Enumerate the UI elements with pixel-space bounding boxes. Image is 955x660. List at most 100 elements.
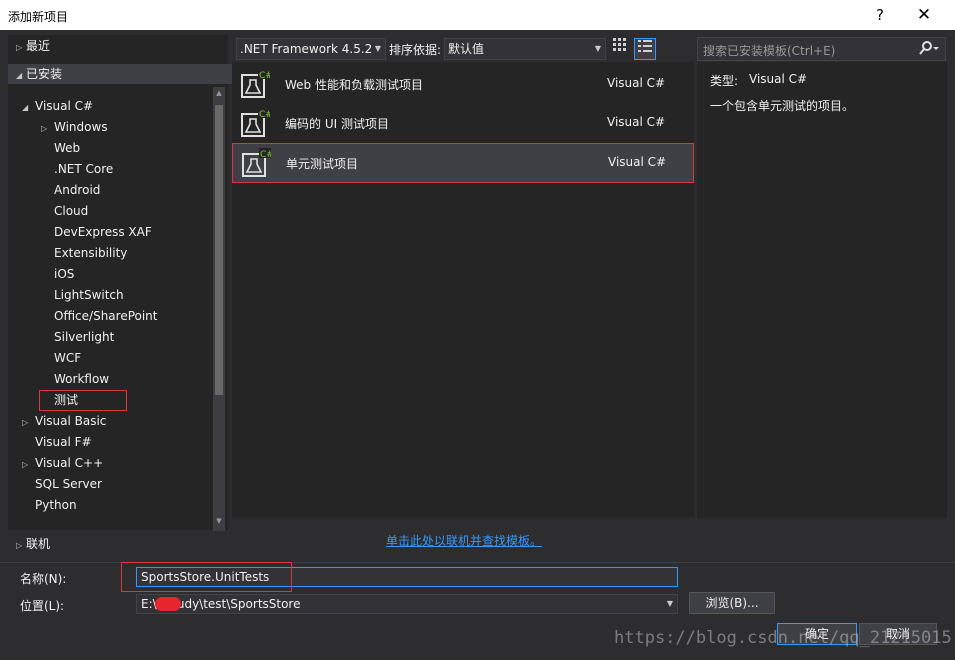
tree-item[interactable]: Office/SharePoint [41, 306, 158, 326]
grid-view-icon [613, 38, 626, 51]
tree-item-label: Workflow [54, 372, 110, 386]
chevron-down-icon: ▼ [594, 44, 601, 53]
tree-scrollbar[interactable]: ▲ ▼ [213, 87, 225, 531]
redaction-mark [155, 597, 181, 611]
framework-value: .NET Framework 4.5.2 [240, 42, 373, 56]
tree-item-recent[interactable]: ▷ 最近 [16, 36, 50, 56]
tree-item-label: Visual C++ [35, 456, 104, 470]
sort-value: 默认值 [448, 42, 485, 56]
scrollbar-thumb[interactable] [215, 105, 223, 395]
list-view-button[interactable] [634, 38, 656, 60]
tree-item[interactable]: Android [41, 180, 100, 200]
tree-item[interactable]: Visual F# [22, 432, 92, 452]
search-icon[interactable] [919, 41, 939, 58]
tree-item[interactable]: SQL Server [22, 474, 102, 494]
tree-item-label: .NET Core [54, 162, 114, 176]
expand-arrow-icon[interactable]: ▷ [22, 455, 32, 475]
svg-text:C#: C# [260, 150, 271, 160]
tree-item-label: Visual C# [35, 99, 94, 113]
tree-item[interactable]: ▷ Visual C++ [22, 453, 103, 473]
scroll-down-icon[interactable]: ▼ [213, 517, 225, 529]
tree-item-label: 联机 [26, 537, 51, 551]
location-input[interactable]: E:\ \Study\test\SportsStore ▼ [136, 594, 678, 614]
tree-item-label: Visual Basic [35, 414, 107, 428]
template-name: 单元测试项目 [286, 157, 359, 171]
expand-arrow-icon[interactable]: ▷ [41, 119, 51, 139]
test-project-icon: C# [241, 148, 274, 178]
template-item[interactable]: C# Web 性能和负载测试项目 Visual C# [232, 65, 692, 103]
category-tree: ▷ 最近 ◢ 已安装 ◢ Visual C# ▷ Windows Web .NET Core A… [8, 35, 236, 530]
tree-item-label: Web [54, 141, 81, 155]
tree-item-label: Android [54, 183, 101, 197]
chevron-down-icon[interactable]: ▼ [667, 595, 673, 613]
tree-item-label: Cloud [54, 204, 89, 218]
template-item[interactable]: C# 编码的 UI 测试项目 Visual C# [232, 104, 692, 142]
type-value: Visual C# [749, 72, 808, 86]
tree-item-label: DevExpress XAF [54, 225, 152, 239]
help-button[interactable]: ? [868, 4, 892, 26]
tree-item-label: Extensibility [54, 246, 128, 260]
tree-item[interactable]: Silverlight [41, 327, 114, 347]
expand-arrow-icon: ▷ [16, 43, 23, 52]
template-language: Visual C# [608, 155, 667, 169]
tree-item-label: 已安装 [26, 67, 63, 81]
expand-arrow-icon[interactable]: ▷ [22, 413, 32, 433]
expand-arrow-icon[interactable]: ◢ [22, 98, 32, 118]
tree-item[interactable]: WCF [41, 348, 81, 368]
tree-item-label: Office/SharePoint [54, 309, 158, 323]
template-language: Visual C# [607, 76, 666, 90]
title-bar: 添加新项目 ? ✕ [0, 0, 955, 30]
tree-item-online[interactable]: ▷ 联机 [8, 533, 228, 555]
tree-item-label: SQL Server [35, 477, 102, 491]
tree-item[interactable]: iOS [41, 264, 74, 284]
tree-item-label: Silverlight [54, 330, 115, 344]
template-name: 编码的 UI 测试项目 [285, 117, 389, 131]
tree-item[interactable]: ▷ Visual Basic [22, 411, 106, 431]
tree-item-label: Visual F# [35, 435, 92, 449]
tree-item[interactable]: Workflow [41, 369, 109, 389]
tree-item[interactable]: Python [22, 495, 77, 515]
details-panel: 类型: Visual C# 一个包含单元测试的项目。 [697, 62, 947, 518]
svg-text:C#: C# [259, 71, 270, 81]
tree-item-installed[interactable]: ◢ 已安装 [8, 64, 236, 84]
template-list: C# Web 性能和负载测试项目 Visual C# C# 编码的 UI 测试项目 Vis… [232, 62, 694, 518]
tree-item[interactable]: DevExpress XAF [41, 222, 152, 242]
expand-arrow-icon: ▷ [16, 541, 23, 550]
test-project-icon: C# [240, 69, 273, 99]
search-input[interactable]: 搜索已安装模板(Ctrl+E) [697, 37, 946, 61]
tree-item-label: 最近 [26, 39, 51, 53]
sort-label: 排序依据: [389, 43, 442, 57]
tree-item-label: Python [35, 498, 77, 512]
tree-item-label: LightSwitch [54, 288, 124, 302]
scroll-up-icon[interactable]: ▲ [213, 89, 225, 101]
browse-button[interactable]: 浏览(B)... [689, 592, 775, 614]
tree-item[interactable]: ▷ Windows [41, 117, 108, 137]
template-item[interactable]: C# 单元测试项目 Visual C# [232, 143, 694, 183]
template-description: 一个包含单元测试的项目。 [710, 99, 855, 113]
test-project-icon: C# [240, 108, 273, 138]
grid-view-button[interactable] [610, 38, 630, 58]
type-label: 类型: [710, 74, 739, 88]
location-label: 位置(L): [20, 599, 65, 613]
template-name: Web 性能和负载测试项目 [285, 78, 423, 92]
sort-select[interactable]: 默认值 ▼ [444, 38, 606, 60]
tree-item[interactable]: Web [41, 138, 80, 158]
close-button[interactable]: ✕ [910, 4, 938, 26]
framework-select[interactable]: .NET Framework 4.5.2 ▼ [236, 38, 386, 60]
tree-item[interactable]: .NET Core [41, 159, 113, 179]
tree-item[interactable]: ◢ Visual C# [22, 96, 93, 116]
watermark: https://blog.csdn.net/qq_21215015 [614, 628, 952, 648]
online-templates-link[interactable]: 单击此处以联机并查找模板。 [386, 532, 542, 549]
window-title: 添加新项目 [8, 10, 69, 24]
tree-item[interactable]: Cloud [41, 201, 88, 221]
tree-item-label: WCF [54, 351, 82, 365]
tree-item[interactable]: Extensibility [41, 243, 127, 263]
tree-item[interactable]: LightSwitch [41, 285, 124, 305]
chevron-down-icon: ▼ [374, 44, 381, 53]
highlight-box [121, 562, 292, 592]
svg-text:C#: C# [259, 110, 270, 120]
tree-item-label: iOS [54, 267, 75, 281]
collapse-arrow-icon: ◢ [16, 71, 23, 80]
template-language: Visual C# [607, 115, 666, 129]
search-placeholder: 搜索已安装模板(Ctrl+E) [703, 44, 836, 58]
